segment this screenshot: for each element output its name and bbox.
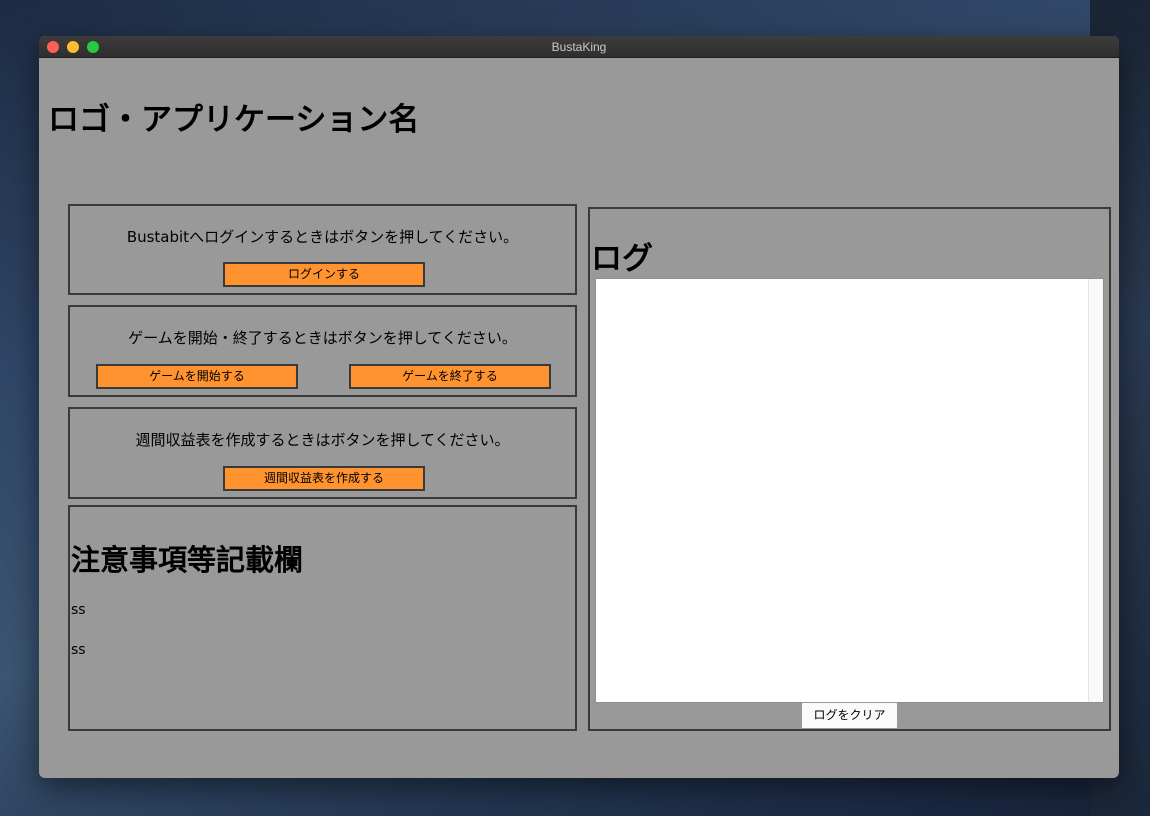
- app-window: BustaKing ロゴ・アプリケーション名 Bustabitへログインするとき…: [39, 36, 1119, 778]
- log-scrollbar[interactable]: [1088, 279, 1103, 702]
- notes-title: 注意事項等記載欄: [71, 543, 304, 577]
- game-panel: ゲームを開始・終了するときはボタンを押してください。 ゲームを開始する ゲームを…: [68, 305, 577, 397]
- login-button[interactable]: ログインする: [223, 262, 425, 287]
- clear-log-button[interactable]: ログをクリア: [801, 702, 898, 729]
- log-title: ログ: [591, 241, 653, 277]
- login-panel: Bustabitへログインするときはボタンを押してください。 ログインする: [68, 204, 577, 295]
- login-message: Bustabitへログインするときはボタンを押してください。: [126, 228, 519, 246]
- report-panel: 週間収益表を作成するときはボタンを押してください。 週間収益表を作成する: [68, 407, 577, 499]
- title-bar[interactable]: BustaKing: [39, 36, 1119, 58]
- notes-line: ss: [71, 602, 86, 618]
- app-title: ロゴ・アプリケーション名: [48, 102, 420, 138]
- log-panel: ログ ログをクリア: [588, 207, 1111, 731]
- notes-line: ss: [71, 642, 86, 658]
- stop-game-button[interactable]: ゲームを終了する: [349, 364, 551, 389]
- window-title: BustaKing: [551, 40, 607, 54]
- create-report-button[interactable]: 週間収益表を作成する: [223, 466, 425, 491]
- start-game-button[interactable]: ゲームを開始する: [96, 364, 298, 389]
- log-textarea[interactable]: [595, 278, 1104, 703]
- report-message: 週間収益表を作成するときはボタンを押してください。: [135, 431, 510, 449]
- game-message: ゲームを開始・終了するときはボタンを押してください。: [128, 329, 517, 347]
- notes-panel: 注意事項等記載欄 ss ss: [68, 505, 577, 731]
